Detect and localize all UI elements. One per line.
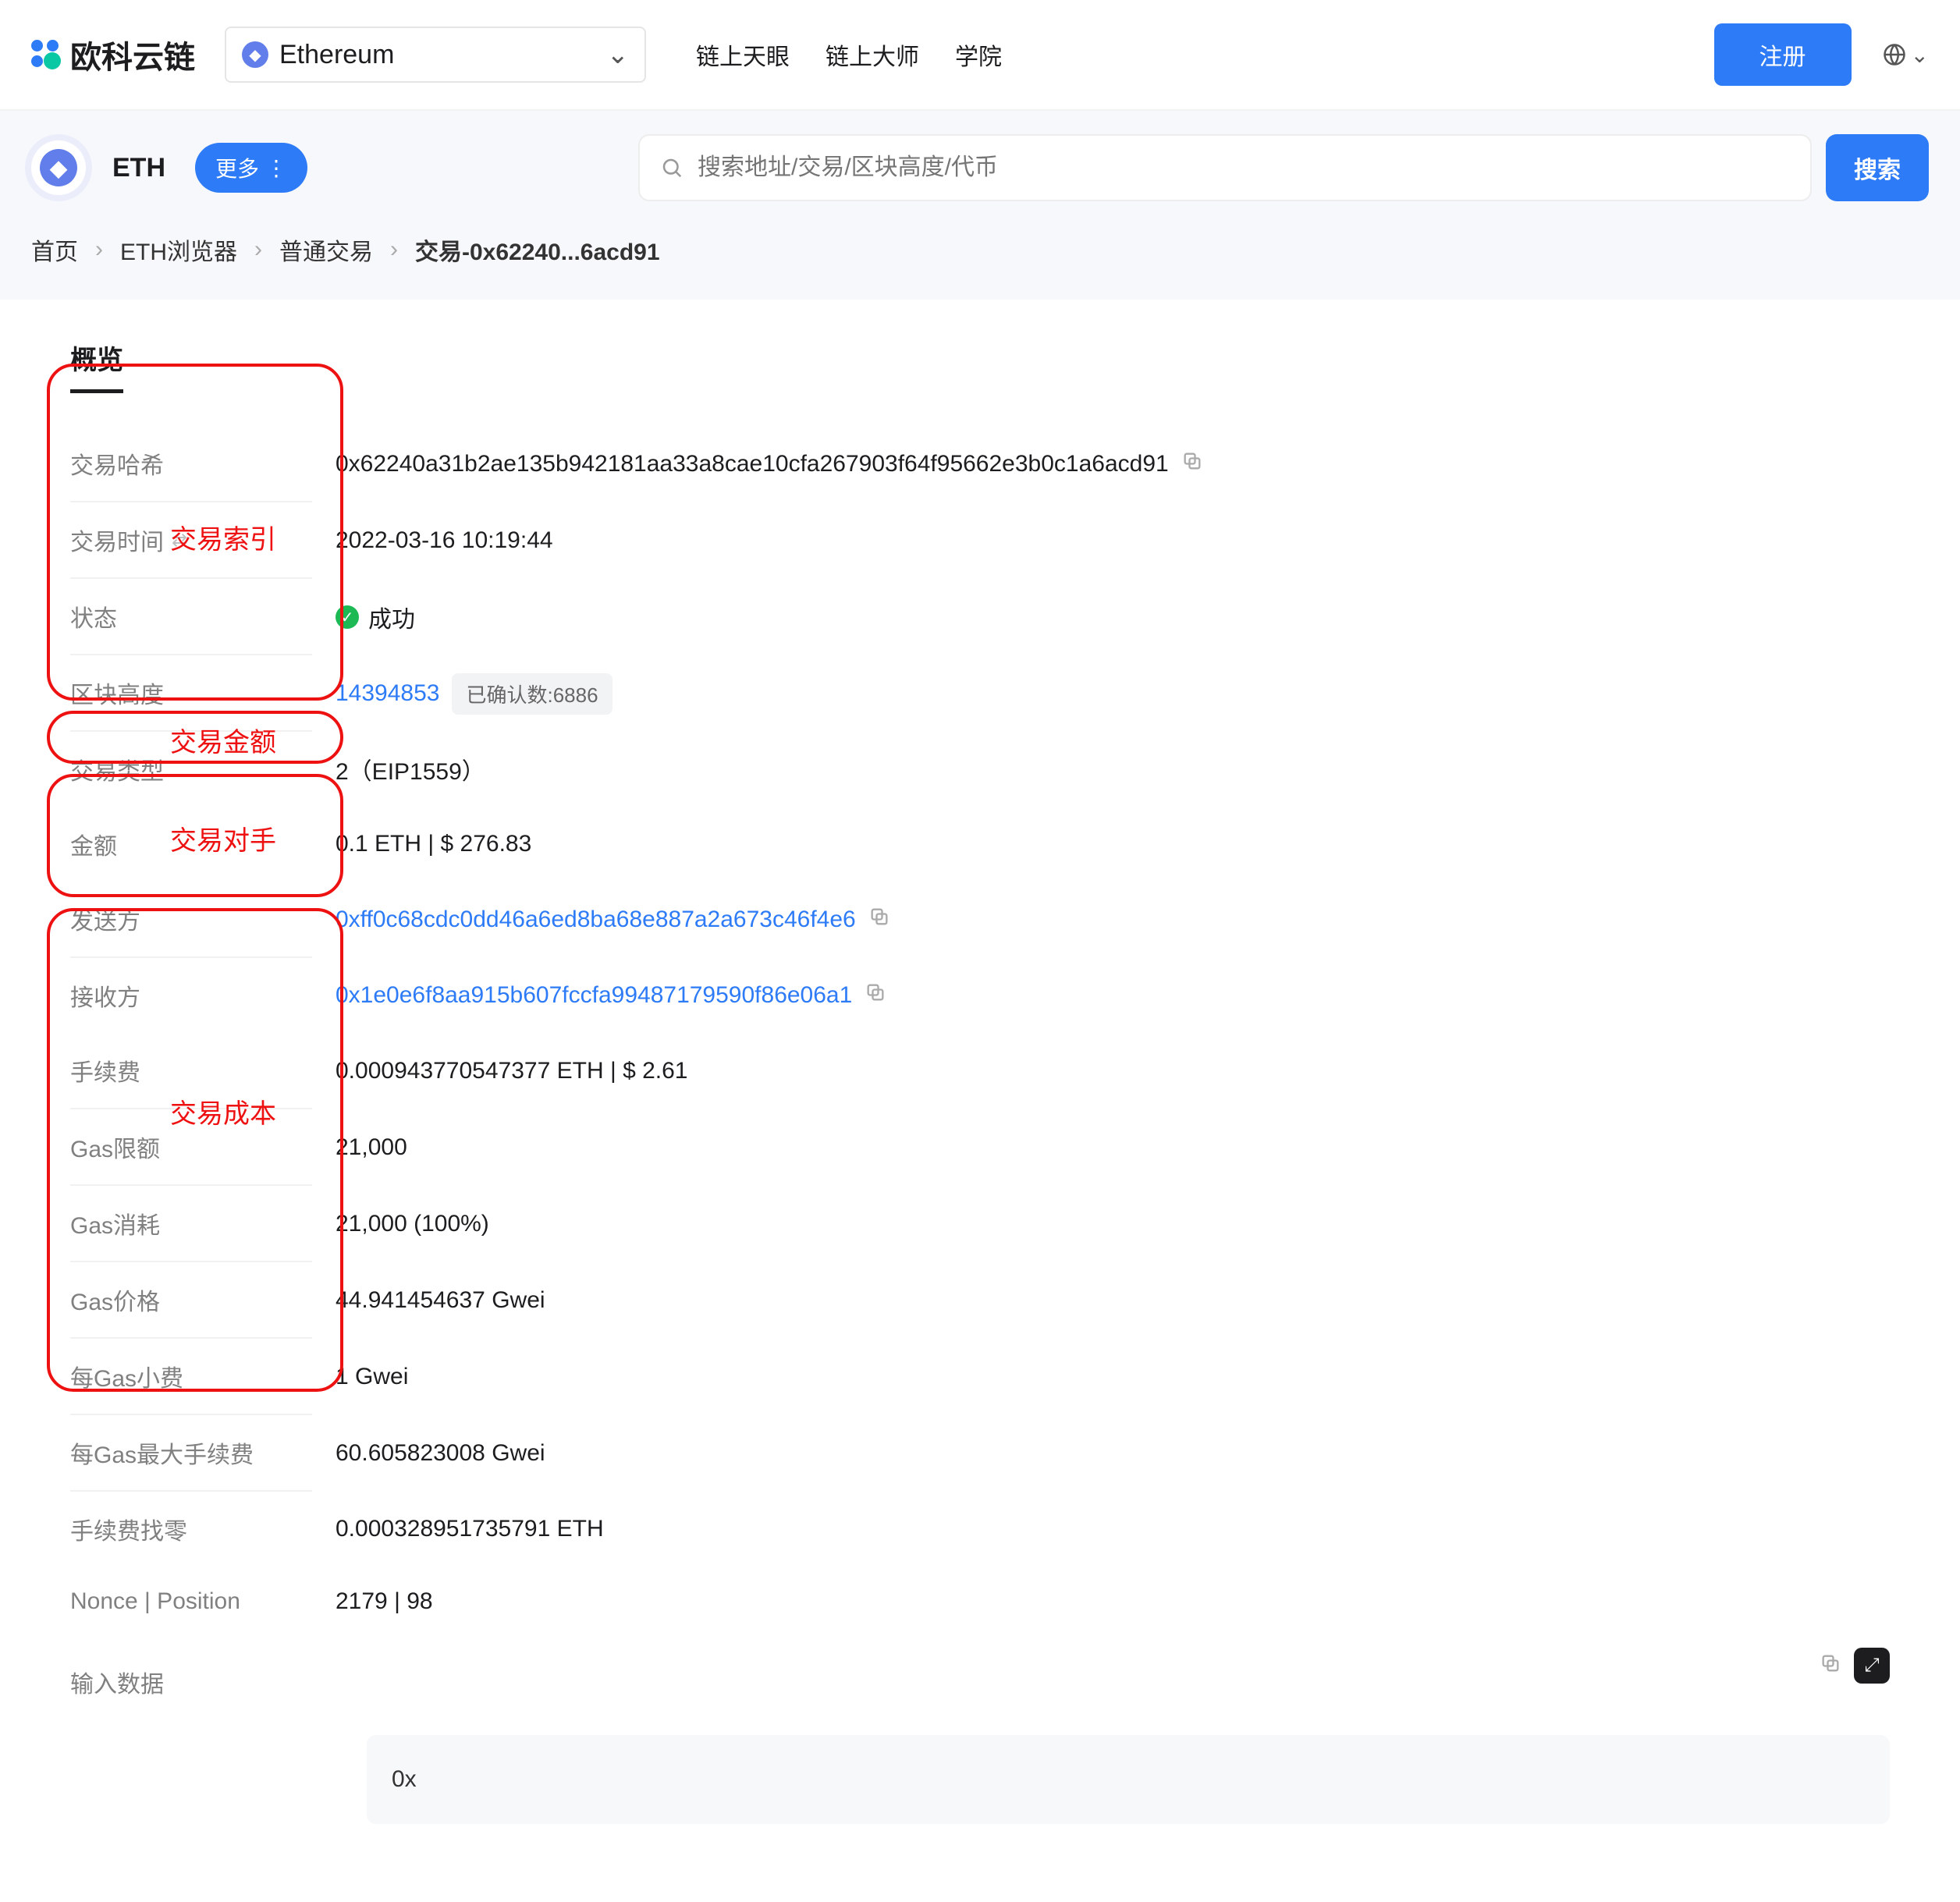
label-feereturn: 手续费找零: [70, 1512, 187, 1546]
anno-label-cost: 交易成本: [170, 1092, 276, 1130]
label-hash: 交易哈希: [70, 446, 164, 481]
crumb-explorer[interactable]: ETH浏览器: [120, 232, 237, 267]
label-gasused: Gas消耗: [70, 1206, 160, 1240]
chevron-down-icon: ⌄: [607, 39, 630, 70]
to-link[interactable]: 0x1e0e6f8aa915b607fccfa99487179590f86e06…: [336, 982, 852, 1009]
block-link[interactable]: 14394853: [336, 680, 439, 707]
value-noncepos: 2179 | 98: [336, 1588, 433, 1615]
token-badge: ◆: [31, 140, 86, 195]
label-status: 状态: [70, 599, 117, 633]
label-tip: 每Gas小费: [70, 1359, 183, 1393]
label-amount: 金额: [70, 827, 117, 861]
copy-icon[interactable]: [868, 906, 890, 934]
crumb-current: 交易-0x62240...6acd91: [415, 232, 660, 267]
overview-card: 概览 交易哈希 0x62240a31b2ae135b942181aa33a8ca…: [31, 300, 1929, 1855]
eth-icon: ◆: [40, 149, 77, 186]
label-to: 接收方: [70, 978, 140, 1013]
value-gasprice: 44.941454637 Gwei: [336, 1287, 545, 1314]
value-tip: 1 Gwei: [336, 1364, 408, 1390]
anno-label-index: 交易索引: [170, 518, 276, 556]
eth-icon: ◆: [242, 41, 268, 68]
label-maxfee: 每Gas最大手续费: [70, 1435, 254, 1470]
globe-icon: [1883, 43, 1906, 66]
value-gasused: 21,000 (100%): [336, 1211, 489, 1237]
label-fee: 手续费: [70, 1053, 140, 1088]
copy-icon[interactable]: [865, 981, 886, 1010]
value-fee: 0.000943770547377 ETH | $ 2.61: [336, 1058, 688, 1084]
value-type: 2（EIP1559）: [336, 752, 485, 786]
brand-logo[interactable]: 欧科云链: [31, 32, 195, 77]
from-link[interactable]: 0xff0c68cdc0dd46a6ed8ba68e887a2a673c46f4…: [336, 907, 856, 933]
chevron-right-icon: ›: [95, 236, 103, 263]
confirm-badge: 已确认数:6886: [452, 673, 612, 715]
anno-label-counterparty: 交易对手: [170, 819, 276, 857]
copy-icon[interactable]: [1820, 1652, 1841, 1680]
search-icon: [660, 156, 684, 179]
check-icon: ✓: [336, 605, 359, 629]
topbar: 欧科云链 ◆ Ethereum ⌄ 链上天眼 链上大师 学院 注册 ⌄: [0, 0, 1960, 111]
value-hash: 0x62240a31b2ae135b942181aa33a8cae10cfa26…: [336, 451, 1169, 477]
value-status: 成功: [368, 600, 415, 634]
label-gasprice: Gas价格: [70, 1283, 160, 1317]
label-gaslimit: Gas限额: [70, 1130, 160, 1164]
anno-label-amount: 交易金额: [170, 721, 276, 759]
search-button[interactable]: 搜索: [1826, 134, 1929, 201]
value-gaslimit: 21,000: [336, 1134, 407, 1161]
search-input-wrap: [638, 134, 1812, 201]
register-button[interactable]: 注册: [1714, 23, 1852, 86]
label-inputdata: 输入数据: [70, 1665, 164, 1699]
subheader: ◆ ETH 更多 ⋮ 搜索: [0, 111, 1960, 232]
tab-overview[interactable]: 概览: [70, 339, 123, 393]
search-input[interactable]: [698, 154, 1790, 181]
label-from: 发送方: [70, 902, 140, 936]
nav-links: 链上天眼 链上大师 学院: [696, 37, 1002, 72]
brand-text: 欧科云链: [70, 32, 195, 77]
copy-icon[interactable]: [1181, 450, 1203, 478]
crumb-normal[interactable]: 普通交易: [279, 232, 373, 267]
input-data-block: 0x: [367, 1735, 1890, 1824]
chevron-right-icon: ›: [254, 236, 262, 263]
dots-icon: ⋮: [265, 155, 287, 181]
status-badge: ✓ 成功: [336, 600, 415, 634]
label-block: 区块高度: [70, 676, 164, 710]
value-amount: 0.1 ETH | $ 276.83: [336, 831, 531, 857]
chain-selector[interactable]: ◆ Ethereum ⌄: [225, 27, 646, 83]
nav-academy[interactable]: 学院: [955, 37, 1002, 72]
chevron-down-icon: ⌄: [1911, 42, 1929, 68]
language-switch[interactable]: ⌄: [1883, 42, 1929, 68]
logo-icon: [31, 40, 61, 69]
label-time: 交易时间: [70, 523, 164, 557]
nav-master[interactable]: 链上大师: [826, 37, 919, 72]
label-noncepos: Nonce | Position: [70, 1588, 240, 1615]
nav-skyeye[interactable]: 链上天眼: [696, 37, 790, 72]
value-feereturn: 0.000328951735791 ETH: [336, 1516, 604, 1542]
expand-button[interactable]: ⤢: [1854, 1648, 1890, 1684]
value-inputdata: 0x: [392, 1766, 417, 1792]
chevron-right-icon: ›: [390, 236, 398, 263]
label-type: 交易类型: [70, 752, 164, 786]
token-label: ETH: [112, 153, 165, 183]
value-maxfee: 60.605823008 Gwei: [336, 1440, 545, 1467]
more-label: 更多: [215, 152, 259, 183]
crumb-home[interactable]: 首页: [31, 232, 78, 267]
more-button[interactable]: 更多 ⋮: [195, 143, 307, 193]
value-time: 2022-03-16 10:19:44: [336, 527, 553, 554]
breadcrumb: 首页 › ETH浏览器 › 普通交易 › 交易-0x62240...6acd91: [31, 232, 1929, 267]
chain-name: Ethereum: [279, 40, 394, 70]
